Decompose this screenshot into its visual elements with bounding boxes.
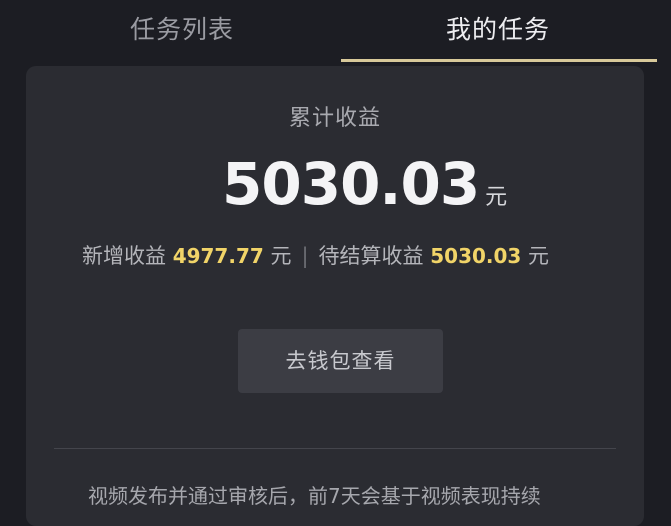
new-earnings-label: 新增收益 (82, 244, 166, 268)
active-tab-indicator (341, 59, 657, 62)
earnings-title: 累计收益 (288, 106, 381, 131)
new-earnings-unit: 元 (270, 244, 292, 268)
tab-my-tasks[interactable]: 我的任务 (446, 10, 550, 46)
divider (54, 448, 616, 449)
total-earnings-amount: 5030.03 (222, 150, 480, 218)
detail-separator: | (301, 244, 309, 268)
total-earnings-unit: 元 (485, 185, 508, 210)
view-wallet-button[interactable]: 去钱包查看 (238, 329, 443, 393)
notice-text: 视频发布并通过审核后，前7天会基于视频表现持续 (88, 484, 541, 508)
tab-bar: 任务列表 我的任务 (0, 0, 671, 62)
total-earnings: 5030.03 元 (222, 150, 507, 220)
new-earnings-value: 4977.77 (172, 244, 264, 268)
tab-task-list[interactable]: 任务列表 (130, 10, 234, 46)
earnings-card: 累计收益 5030.03 元 新增收益 4977.77 元 | 待结算收益 5030.… (26, 66, 644, 526)
pending-earnings-label: 待结算收益 (318, 244, 424, 268)
earnings-detail: 新增收益 4977.77 元 | 待结算收益 5030.03 元 (82, 240, 549, 270)
pending-earnings-value: 5030.03 (430, 244, 522, 268)
pending-earnings-unit: 元 (528, 244, 550, 268)
